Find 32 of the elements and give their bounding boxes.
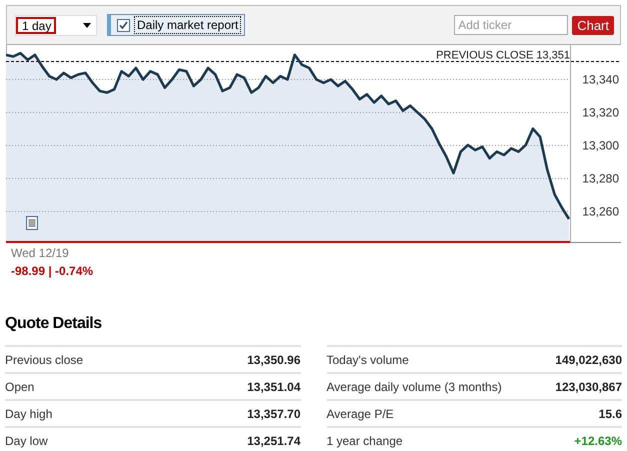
quote-label: Average P/E	[326, 406, 394, 420]
axis-label: 13,280	[582, 172, 619, 186]
quote-value: 149,022,630	[555, 352, 622, 366]
report-icon[interactable]	[26, 216, 38, 230]
quote-value: 123,030,867	[555, 380, 622, 394]
chart-date: Wed 12/19	[11, 246, 70, 260]
axis-label: 13,300	[582, 138, 619, 152]
section-title: Quote Details	[5, 315, 103, 333]
quote-value: 13,350.96	[247, 352, 300, 366]
axis-label: 13,260	[582, 204, 619, 218]
ticker-field[interactable]: Add ticker	[454, 15, 568, 35]
quote-value: 15.6	[598, 406, 622, 420]
chart-button[interactable]: Chart	[572, 16, 614, 34]
quote-value: 13,251.74	[247, 434, 300, 448]
report-checkbox[interactable]: Daily market report	[107, 14, 246, 36]
previous-close-label: PREVIOUS CLOSE 13,351	[436, 50, 570, 62]
price-change: -98.99 | -0.74%	[11, 264, 94, 278]
quote-label: Average daily volume (3 months)	[326, 380, 502, 394]
quote-label: Day low	[5, 434, 48, 448]
caret-icon	[83, 22, 91, 28]
quote-label: Today's volume	[326, 352, 409, 366]
check-icon	[119, 20, 128, 30]
quote-value: 13,357.70	[247, 406, 300, 420]
axis-label: 13,320	[582, 106, 619, 120]
quote-label: 1 year change	[326, 434, 403, 448]
quote-value: 13,351.04	[247, 380, 300, 394]
quote-label: Day high	[5, 406, 52, 420]
quote-value: +12.63%	[574, 434, 622, 448]
quote-label: Open	[5, 380, 34, 394]
quote-label: Previous close	[5, 352, 84, 366]
axis-label: 13,340	[582, 72, 619, 86]
range-dropdown[interactable]: 1 day	[15, 14, 97, 36]
